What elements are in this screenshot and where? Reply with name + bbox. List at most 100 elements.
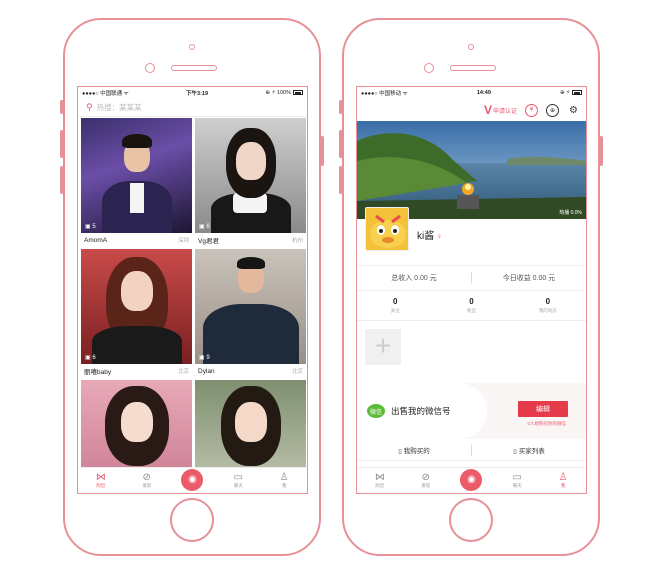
card-name: Vg君君 <box>198 238 219 245</box>
tab-me[interactable]: ♙ 我 <box>269 472 299 489</box>
add-photo-button[interactable]: + <box>365 329 401 365</box>
stat-following[interactable]: 0 关注 <box>357 297 433 314</box>
total-income: 总收入 0.00 元 <box>391 275 437 282</box>
buyer-hint: 0人想购买你的微信 <box>527 421 566 426</box>
landscape-image <box>357 121 586 219</box>
sell-wechat-panel: 微信 出售我的微信号 编辑 0人想购买你的微信 <box>357 383 586 439</box>
earpiece-speaker <box>450 65 496 71</box>
home-button[interactable] <box>170 498 214 542</box>
tab-discover[interactable]: ⊘ 发现 <box>411 472 441 489</box>
chat-icon: ▭ <box>512 472 522 483</box>
tab-me[interactable]: ♙ 我 <box>548 472 578 489</box>
feed-screen: ●●●●○ 中国联通 ᯤ 下午3:19 ⊕ ⚡ 100% ⚲ 热搜：某某某 ▣ … <box>77 86 308 494</box>
mute-switch <box>60 100 64 114</box>
carrier-text: ●●●●○ 中国移动 ᯤ <box>361 91 408 97</box>
search-icon: ⚲ <box>86 102 93 112</box>
top-bar: V 申请认证 ¥ ⊕ ⚙ <box>357 99 586 121</box>
card-location: 杭州 <box>291 238 303 244</box>
card-location: 北京 <box>291 369 303 375</box>
profile-photo: ▣ 5 <box>81 118 192 233</box>
volume-up <box>339 130 343 158</box>
carrier-text: ●●●●○ 中国联通 ᯤ <box>82 91 129 97</box>
compass-icon: ⊘ <box>142 472 151 483</box>
compass-icon: ⊘ <box>421 472 430 483</box>
female-icon: ♀ <box>436 232 443 241</box>
photo-count: ▣ 6 <box>85 355 96 361</box>
verify-button[interactable]: V 申请认证 <box>484 103 517 117</box>
clock-text: 下午3:19 <box>186 91 209 97</box>
photo-count: ▣ 9 <box>199 355 210 361</box>
photo-count: ▣ 6 <box>199 224 210 230</box>
tab-camera[interactable]: ◉ <box>177 468 207 491</box>
username: ki酱 ♀ <box>417 231 443 242</box>
tab-nearby[interactable]: ⋈ 附近 <box>365 472 395 489</box>
battery-indicator: ⊕ ⚡ <box>560 90 582 96</box>
battery-indicator: ⊕ ⚡ 100% <box>265 90 303 96</box>
wallet-icon[interactable]: ¥ <box>525 103 538 117</box>
search-placeholder: 热搜：某某某 <box>96 103 142 112</box>
volume-down <box>60 166 64 194</box>
profile-card[interactable]: ▣ 5 AmomA 深圳 <box>81 118 192 247</box>
search-bar[interactable]: ⚲ 热搜：某某某 <box>78 99 307 117</box>
status-bar: ●●●●○ 中国移动 ᯤ 14:49 ⊕ ⚡ <box>357 87 586 99</box>
banner-watermark: 热播 0.0% <box>559 210 582 216</box>
profile-photo: ▣ 6 <box>195 118 306 233</box>
person-icon: ♙ <box>279 472 289 483</box>
purchase-row: ▯ 我购买的 ▯ 买家列表 <box>357 439 586 461</box>
person-icon: ♙ <box>558 472 568 483</box>
mute-switch <box>339 100 343 114</box>
tab-chat[interactable]: ▭ 聊天 <box>223 472 253 489</box>
phone-sensor <box>189 44 195 50</box>
phone-sensor <box>468 44 474 50</box>
edit-button[interactable]: 编辑 <box>518 401 568 417</box>
bowtie-icon: ⋈ <box>95 472 106 483</box>
today-income: 今日收益 0.00 元 <box>502 275 556 282</box>
power-button <box>599 136 603 166</box>
income-row: 总收入 0.00 元 今日收益 0.00 元 <box>357 265 586 291</box>
tab-chat[interactable]: ▭ 聊天 <box>502 472 532 489</box>
camera-icon: ◉ <box>181 468 204 491</box>
camera-icon: ◉ <box>460 468 483 491</box>
phone-right: ●●●●○ 中国移动 ᯤ 14:49 ⊕ ⚡ V 申请认证 ¥ ⊕ ⚙ 热播 0… <box>339 18 603 556</box>
profile-header: ki酱 ♀ <box>357 207 586 265</box>
profile-card[interactable]: ▣ 9 Dylan 北京 <box>195 249 306 378</box>
card-name: Dylan <box>198 367 215 375</box>
tab-bar: ⋈ 附近 ⊘ 发现 ◉ ▭ 聊天 ♙ 我 <box>78 467 307 493</box>
front-camera <box>145 63 155 73</box>
card-name: AmomA <box>84 236 108 244</box>
profile-card[interactable]: ▣ 6 Vg君君 杭州 <box>195 118 306 247</box>
wechat-icon: 微信 <box>367 404 385 418</box>
phone-left: ●●●●○ 中国联通 ᯤ 下午3:19 ⊕ ⚡ 100% ⚲ 热搜：某某某 ▣ … <box>60 18 324 556</box>
volume-down <box>339 166 343 194</box>
stat-followers[interactable]: 0 粉丝 <box>433 297 509 314</box>
avatar[interactable] <box>365 207 409 251</box>
stat-moments[interactable]: 0 我的动态 <box>510 297 586 314</box>
v-badge-icon: V <box>483 103 492 117</box>
tab-camera[interactable]: ◉ <box>456 468 486 491</box>
sell-wechat-label: 微信 出售我的微信号 <box>357 383 487 439</box>
profile-photo: ▣ 9 <box>195 249 306 364</box>
photo-count: ▣ 5 <box>85 224 96 230</box>
settings-icon[interactable]: ⚙ <box>567 104 580 117</box>
profile-card[interactable]: ▣ 6 丽嘻baby 北京 <box>81 249 192 378</box>
clock-text: 14:49 <box>476 90 491 96</box>
profile-screen: ●●●●○ 中国移动 ᯤ 14:49 ⊕ ⚡ V 申请认证 ¥ ⊕ ⚙ 热播 0… <box>356 86 587 494</box>
earpiece-speaker <box>171 65 217 71</box>
buyer-list-button[interactable]: ▯ 买家列表 <box>472 445 586 455</box>
home-button[interactable] <box>449 498 493 542</box>
power-button <box>320 136 324 166</box>
chat-icon: ▭ <box>233 472 243 483</box>
front-camera <box>424 63 434 73</box>
cover-banner[interactable]: 热播 0.0% <box>357 121 586 219</box>
coin-icon[interactable]: ⊕ <box>546 103 559 117</box>
stats-row: 0 关注 0 粉丝 0 我的动态 <box>357 291 586 321</box>
card-location: 北京 <box>177 369 189 375</box>
volume-up <box>60 130 64 158</box>
tab-discover[interactable]: ⊘ 发现 <box>132 472 162 489</box>
profile-photo: ▣ 6 <box>81 249 192 364</box>
tab-bar: ⋈ 附近 ⊘ 发现 ◉ ▭ 聊天 ♙ 我 <box>357 467 586 493</box>
tab-nearby[interactable]: ⋈ 附近 <box>86 472 116 489</box>
my-purchases-button[interactable]: ▯ 我购买的 <box>357 445 471 455</box>
status-bar: ●●●●○ 中国联通 ᯤ 下午3:19 ⊕ ⚡ 100% <box>78 87 307 99</box>
card-location: 深圳 <box>177 238 189 244</box>
